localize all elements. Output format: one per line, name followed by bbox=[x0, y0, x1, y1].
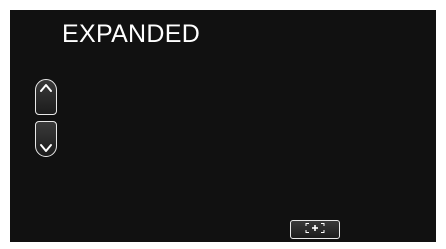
mode-title: EXPANDED bbox=[62, 20, 201, 48]
zoom-up-button[interactable] bbox=[35, 79, 57, 115]
zoom-down-button[interactable] bbox=[35, 121, 57, 157]
camera-screen: EXPANDED bbox=[10, 10, 436, 242]
chevron-up-icon bbox=[39, 83, 53, 93]
focus-frame-plus-icon bbox=[302, 221, 328, 239]
chevron-down-icon bbox=[39, 143, 53, 153]
focus-button[interactable] bbox=[290, 220, 340, 239]
